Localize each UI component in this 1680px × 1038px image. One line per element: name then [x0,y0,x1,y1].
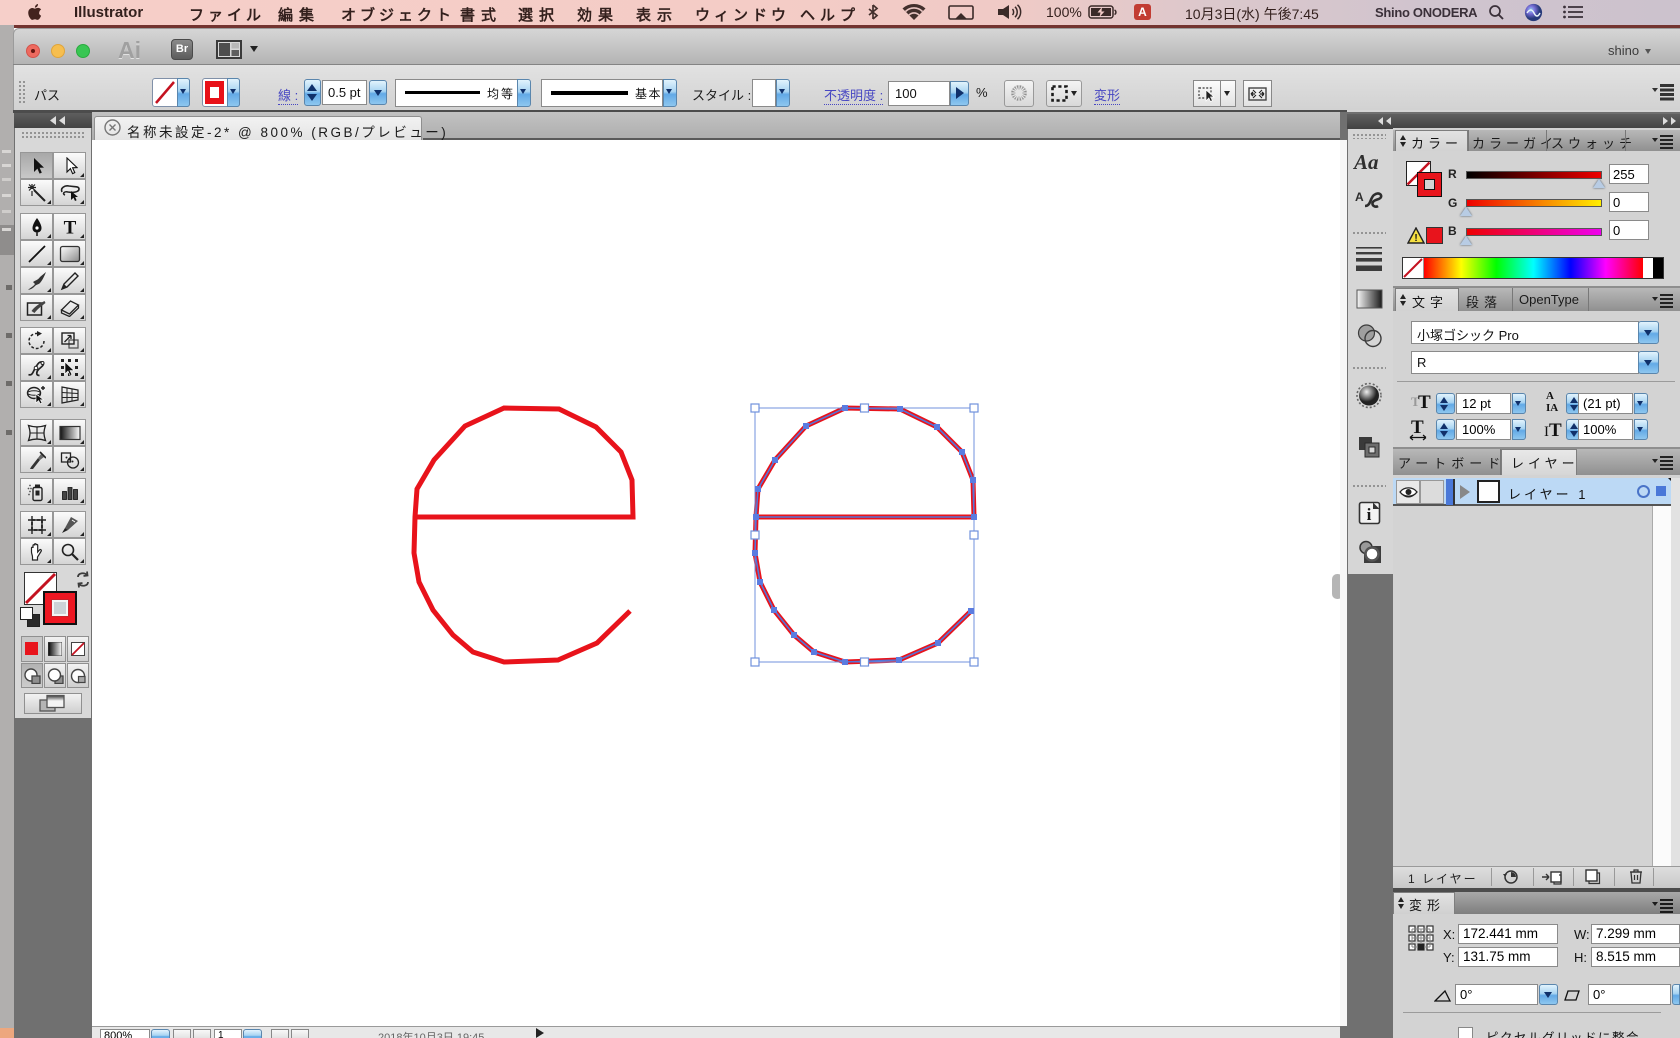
svg-text:T: T [63,217,76,236]
svg-text:i: i [1367,505,1372,524]
svg-text:!: ! [1414,233,1417,244]
